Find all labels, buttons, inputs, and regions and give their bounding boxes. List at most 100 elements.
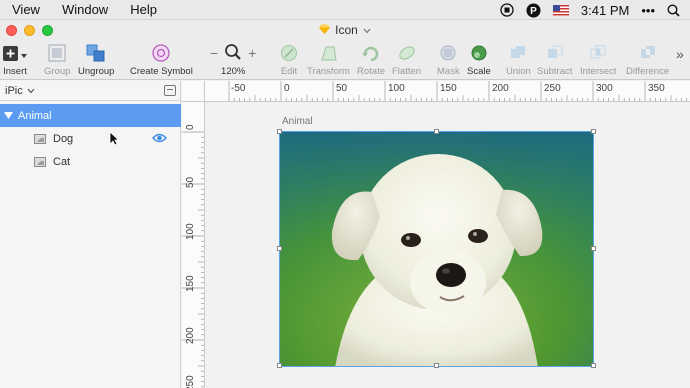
menu-view[interactable]: View [12,2,40,17]
collapse-pages-icon[interactable] [164,85,176,96]
flatten-button[interactable]: Flatten [392,42,421,77]
puppy-photo [280,132,593,366]
ruler-label: 100 [388,83,405,94]
close-window-button[interactable] [6,25,17,36]
resize-handle[interactable] [277,246,282,251]
insert-plus-icon [2,42,28,64]
ruler-label: 0 [284,83,290,94]
intersect-icon [588,42,608,64]
visibility-eye-icon[interactable] [152,133,167,146]
transform-icon [318,42,338,64]
menu-window[interactable]: Window [62,2,108,17]
group-button[interactable]: Group [44,42,70,77]
transform-button[interactable]: Transform [307,42,350,77]
group-icon [47,42,67,64]
ungroup-button[interactable]: Ungroup [78,42,114,77]
sketch-document-icon [319,23,331,37]
difference-icon [638,42,658,64]
p-app-icon[interactable]: P [526,3,541,18]
subtract-button[interactable]: Subtract [537,42,572,77]
vertical-ruler[interactable]: 0 50 100 150 200 250 [182,102,205,388]
image-layer-icon [34,156,46,167]
zoom-level[interactable]: 120% [221,66,245,77]
subtract-icon [545,42,565,64]
zoom-magnifier-icon [224,43,242,64]
toolbar-overflow-button[interactable]: » [676,46,684,62]
ruler-corner [182,81,205,102]
ruler-label: 200 [185,327,196,344]
main-toolbar: Insert Group Ungroup Create Symbol − + 1… [0,40,690,80]
layer-dog[interactable]: Dog [0,127,181,150]
image-layer-icon [34,133,46,144]
ruler-label: 0 [185,124,196,130]
window-titlebar: Icon [0,20,690,40]
spotlight-search-icon[interactable] [667,3,680,17]
union-icon [508,42,528,64]
scale-icon [469,42,489,64]
ungroup-icon [85,42,107,64]
zoom-control: − + 120% [210,42,256,77]
layer-label: Dog [53,132,74,145]
resize-handle[interactable] [591,246,596,251]
ruler-label: 100 [185,223,196,240]
ruler-label: 50 [336,83,348,94]
zoom-in-button[interactable]: + [248,45,256,61]
mouse-cursor-icon [109,131,120,149]
difference-button[interactable]: Difference [626,42,669,77]
system-menubar: View Window Help P 3:41 PM ••• [0,0,690,20]
edit-button[interactable]: Edit [280,42,298,77]
mask-button[interactable]: Mask [437,42,460,77]
page-name: iPic [5,84,23,97]
ruler-label: 350 [648,83,665,94]
rotate-button[interactable]: Rotate [357,42,385,77]
layer-list-sidebar: iPic Animal Dog Cat [0,81,181,388]
resize-handle[interactable] [277,129,282,134]
layer-label: Animal [18,109,52,122]
mask-icon [438,42,458,64]
rotate-icon [361,42,381,64]
horizontal-ruler[interactable]: -50 0 50 100 150 200 250 300 350 [205,81,690,102]
window-controls [6,25,53,36]
symbol-icon [151,42,171,64]
chevron-down-icon [27,85,35,97]
document-title[interactable]: Icon [319,23,371,37]
dog-image-layer[interactable] [279,131,594,367]
svg-text:P: P [530,6,537,17]
ruler-label: 300 [596,83,613,94]
intersect-button[interactable]: Intersect [580,42,616,77]
resize-handle[interactable] [591,129,596,134]
document-title-text: Icon [335,23,358,37]
page-selector[interactable]: iPic [0,81,180,101]
vertical-ruler-ticks [182,131,204,388]
more-menu-icon[interactable]: ••• [641,3,655,18]
create-symbol-button[interactable]: Create Symbol [130,42,193,77]
scale-button[interactable]: Scale [467,42,491,77]
fullscreen-window-button[interactable] [42,25,53,36]
ruler-label: 250 [185,375,196,388]
resize-handle[interactable] [434,363,439,368]
insert-button[interactable]: Insert [2,42,28,77]
resize-handle[interactable] [277,363,282,368]
resize-handle[interactable] [434,129,439,134]
design-canvas[interactable]: Animal [205,102,690,388]
menu-help[interactable]: Help [130,2,157,17]
ruler-label: 200 [492,83,509,94]
chevron-down-icon [363,23,371,37]
ruler-label: 50 [185,176,196,188]
layer-label: Cat [53,155,71,168]
layer-artboard-animal[interactable]: Animal [0,104,181,127]
minimize-window-button[interactable] [24,25,35,36]
zoom-out-button[interactable]: − [210,45,218,61]
record-icon[interactable] [500,3,514,17]
ruler-label: 150 [440,83,457,94]
ruler-label: 150 [185,275,196,292]
clock-time[interactable]: 3:41 PM [581,3,629,18]
us-flag-icon[interactable] [552,4,569,16]
ruler-label: 250 [544,83,561,94]
artboard-label[interactable]: Animal [282,116,313,127]
layer-cat[interactable]: Cat [0,150,181,173]
disclosure-triangle-icon[interactable] [4,110,13,122]
union-button[interactable]: Union [506,42,531,77]
resize-handle[interactable] [591,363,596,368]
edit-icon [280,42,298,64]
